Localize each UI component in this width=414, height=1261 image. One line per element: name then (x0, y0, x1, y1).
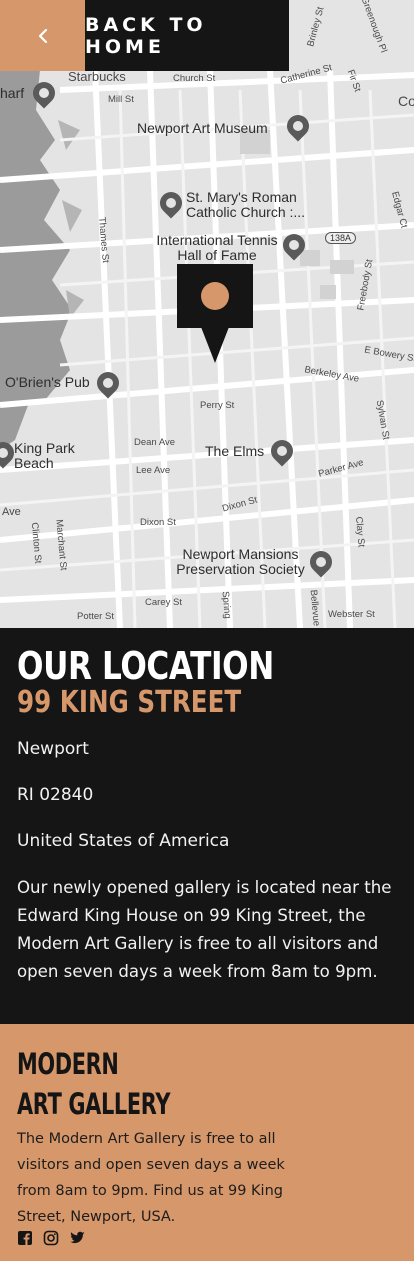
street-label: Potter St (77, 611, 114, 622)
address-city: Newport (17, 739, 89, 759)
street-label: Perry St (200, 400, 235, 411)
location-description: Our newly opened gallery is located near… (17, 878, 392, 981)
map-poi-label[interactable]: International Tennis Hall of Fame (147, 233, 287, 263)
map-poi-label[interactable]: St. Mary's Roman Catholic Church :... (186, 190, 321, 220)
map-poi-label[interactable]: Newport Art Museum (137, 121, 268, 136)
street-label: Lee Ave (136, 465, 171, 476)
map-poi-label[interactable]: O'Brien's Pub (5, 375, 90, 390)
location-map[interactable]: harf Starbucks Newport Art Museum St. Ma… (0, 0, 414, 628)
street-label: Dixon St (140, 517, 176, 528)
map-poi-label[interactable]: The Elms (205, 444, 264, 459)
footer: MODERN ART GALLERY The Modern Art Galler… (0, 1024, 414, 1261)
footer-brand-line1: MODERN (17, 1047, 119, 1081)
footer-brand-line2: ART GALLERY (17, 1087, 171, 1121)
facebook-icon[interactable] (17, 1230, 33, 1246)
location-title: OUR LOCATION (17, 644, 274, 688)
map-poi-label: Starbucks (68, 69, 126, 84)
social-links (17, 1230, 397, 1246)
street-label: Carey St (145, 597, 182, 608)
back-to-home-button[interactable]: BACK TO HOME (0, 0, 289, 71)
street-label: Ave (2, 506, 21, 518)
back-to-home-label[interactable]: BACK TO HOME (85, 0, 289, 71)
street-label: Church St (173, 73, 216, 84)
location-subtitle: 99 KING STREET (17, 685, 242, 720)
street-label: Mill St (108, 94, 134, 105)
street-label: Bellevue (307, 589, 322, 627)
marker-dot-icon (201, 282, 229, 310)
street-label: Clay St (352, 516, 367, 548)
street-label: Clinton St (28, 521, 44, 564)
chevron-left-icon (38, 28, 47, 43)
street-label: Dean Ave (134, 437, 176, 448)
gallery-location-marker[interactable] (177, 264, 253, 363)
twitter-icon[interactable] (69, 1230, 85, 1246)
location-section: OUR LOCATION 99 KING STREET Newport RI 0… (0, 632, 414, 1024)
street-label: Co (398, 93, 414, 109)
map-poi-label[interactable]: Newport Mansions Preservation Society (168, 547, 313, 577)
map-street-label: harf (0, 85, 25, 101)
footer-description: The Modern Art Gallery is free to all vi… (17, 1131, 285, 1225)
street-label: Spring (219, 590, 233, 620)
street-label: Webster St (328, 609, 375, 620)
map-poi-label[interactable]: King Park Beach (14, 441, 84, 471)
instagram-icon[interactable] (43, 1230, 59, 1246)
back-arrow-box[interactable] (0, 0, 85, 71)
route-badge: 138A (325, 232, 357, 244)
address-country: United States of America (17, 831, 230, 851)
address-state-zip: RI 02840 (17, 785, 94, 805)
